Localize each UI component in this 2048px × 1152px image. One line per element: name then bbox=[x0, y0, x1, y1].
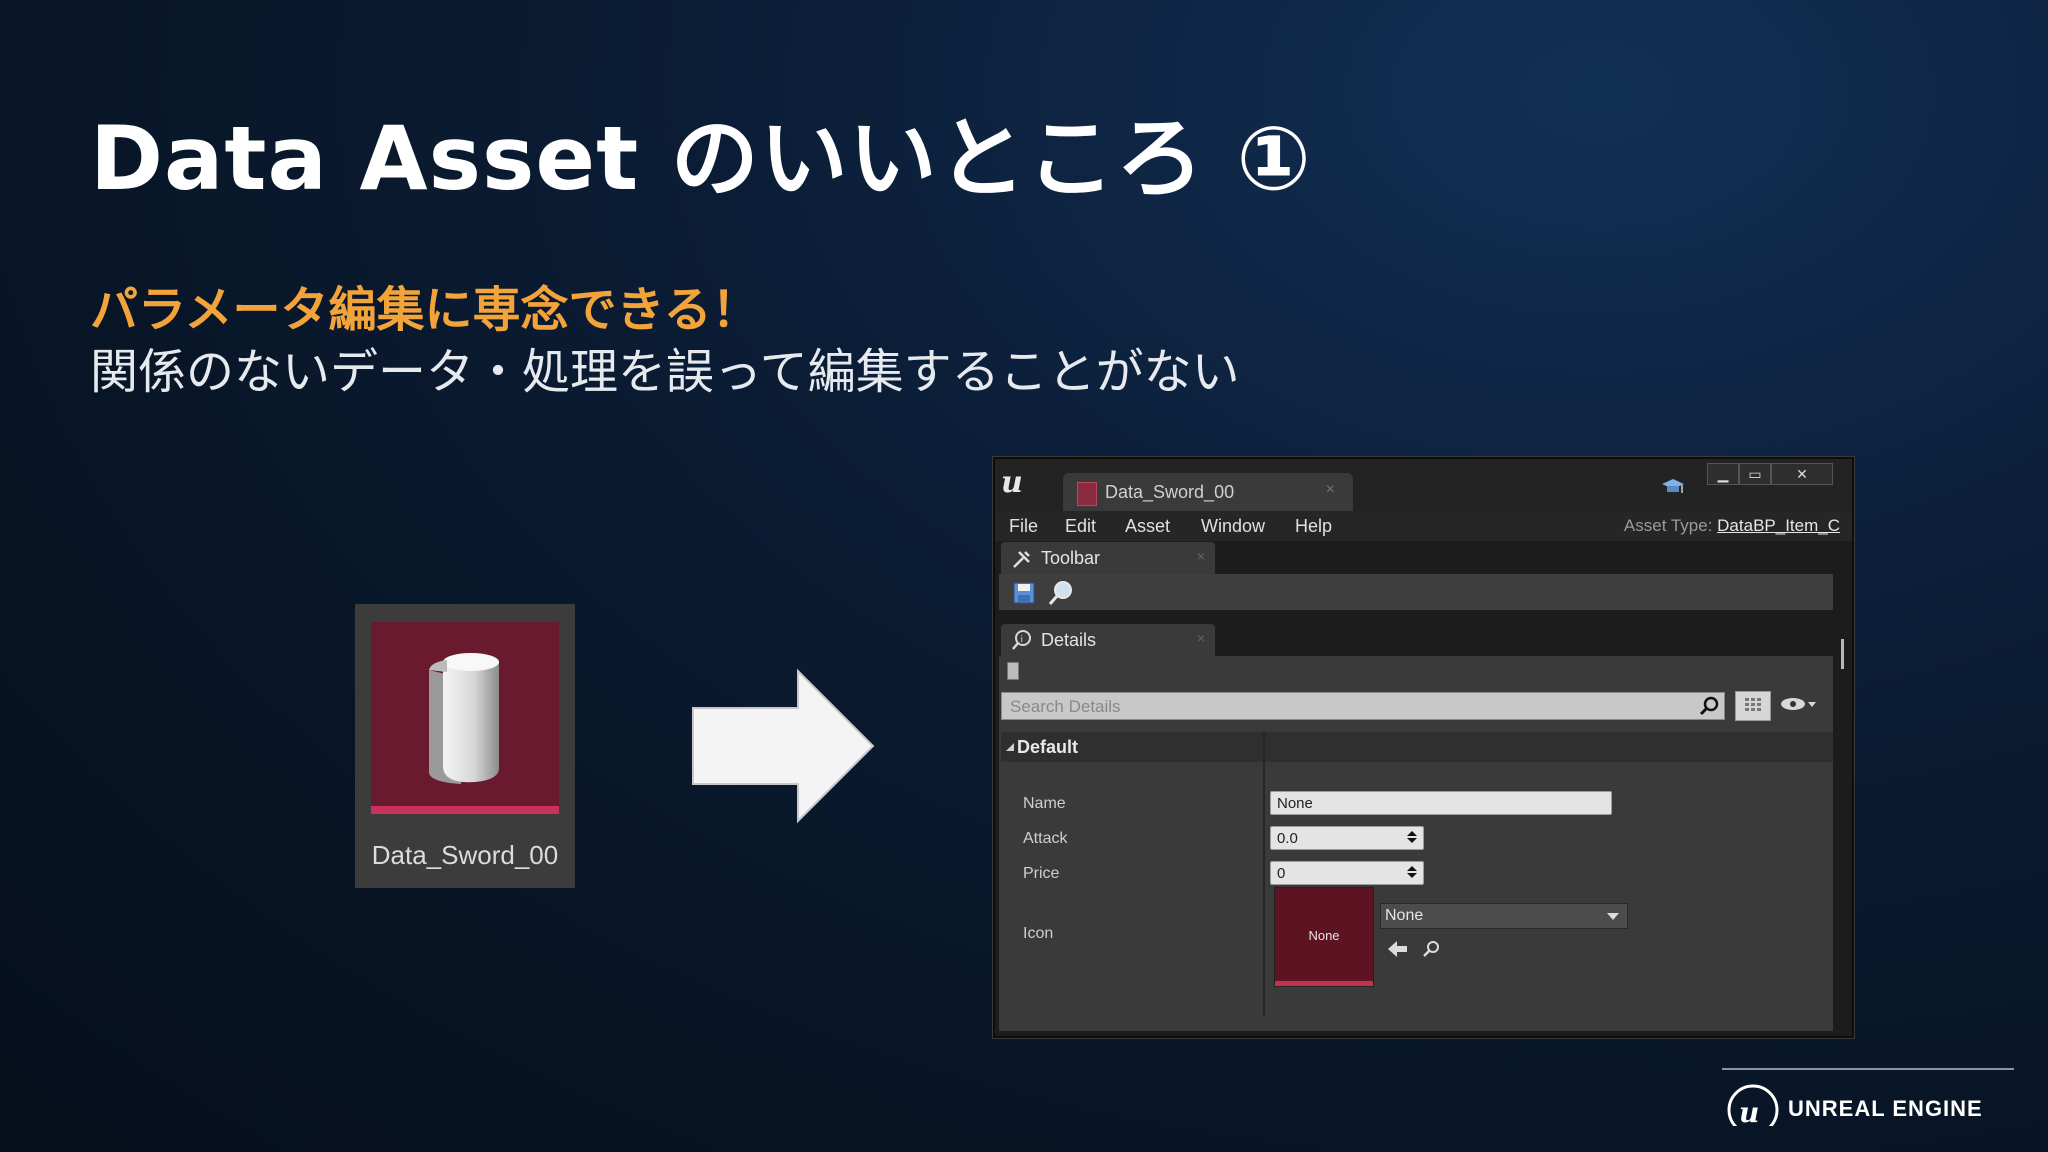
svg-text:u: u bbox=[1739, 1096, 1759, 1126]
editor-titlebar: u Data_Sword_00 × ▁ ▭ ✕ bbox=[995, 459, 1852, 511]
toolbar-panel-tab[interactable]: Toolbar × bbox=[1001, 542, 1215, 574]
icon-asset-combo[interactable]: None bbox=[1380, 903, 1628, 929]
menu-asset[interactable]: Asset bbox=[1125, 516, 1170, 537]
column-divider[interactable] bbox=[1263, 732, 1265, 1017]
icon-thumbnail[interactable]: None bbox=[1274, 887, 1374, 987]
selected-object-icon bbox=[1007, 662, 1019, 680]
price-value: 0 bbox=[1277, 865, 1286, 882]
menu-help[interactable]: Help bbox=[1295, 516, 1332, 537]
document-tab[interactable]: Data_Sword_00 × bbox=[1063, 473, 1353, 511]
use-selected-arrow-icon[interactable] bbox=[1387, 940, 1409, 958]
property-name-label: Name bbox=[1023, 795, 1066, 812]
close-button[interactable]: ✕ bbox=[1771, 463, 1833, 485]
details-tab-close-icon[interactable]: × bbox=[1197, 630, 1205, 646]
graduation-cap-icon[interactable] bbox=[1661, 477, 1685, 495]
icon-thumbnail-text: None bbox=[1308, 928, 1340, 943]
attack-spinbox[interactable]: 0.0 bbox=[1270, 826, 1424, 850]
details-panel-tab[interactable]: i Details × bbox=[1001, 624, 1215, 656]
browse-magnifier-icon[interactable] bbox=[1047, 579, 1075, 607]
asset-type-label: Asset Type: bbox=[1623, 516, 1713, 535]
menu-bar: File Edit Asset Window Help Asset Type: … bbox=[995, 511, 1852, 541]
data-asset-icon bbox=[429, 653, 499, 784]
toolbar bbox=[999, 574, 1833, 610]
collapse-triangle-icon[interactable] bbox=[1005, 742, 1015, 752]
asset-type-link[interactable]: DataBP_Item_C bbox=[1717, 516, 1840, 535]
unreal-engine-logo-icon: u bbox=[1727, 1084, 1779, 1126]
maximize-button[interactable]: ▭ bbox=[1739, 463, 1771, 485]
asset-type-indicator: Asset Type: DataBP_Item_C bbox=[1624, 516, 1840, 536]
search-icon[interactable] bbox=[1698, 695, 1720, 717]
name-field[interactable]: None bbox=[1270, 791, 1612, 815]
search-details-input[interactable]: Search Details bbox=[1001, 692, 1725, 720]
unreal-logo-icon: u bbox=[1001, 465, 1023, 500]
menu-edit[interactable]: Edit bbox=[1065, 516, 1096, 537]
data-asset-tab-icon bbox=[1077, 482, 1097, 506]
svg-text:i: i bbox=[1021, 635, 1024, 645]
property-price-label: Price bbox=[1023, 865, 1060, 882]
slide-title: Data Asset のいいところ ① bbox=[90, 107, 1312, 210]
window-scrollbar[interactable] bbox=[1841, 639, 1844, 669]
property-icon-label: Icon bbox=[1023, 925, 1054, 942]
search-placeholder: Search Details bbox=[1010, 697, 1121, 716]
save-icon[interactable] bbox=[1013, 582, 1035, 604]
asset-type-bar bbox=[371, 806, 559, 814]
slide-subtitle: パラメータ編集に専念できる！ bbox=[90, 282, 760, 338]
menu-file[interactable]: File bbox=[1009, 516, 1038, 537]
asset-tile[interactable]: Data_Sword_00 bbox=[355, 604, 575, 888]
property-matrix-button[interactable] bbox=[1735, 691, 1771, 721]
category-label: Default bbox=[1017, 737, 1079, 757]
menu-window[interactable]: Window bbox=[1201, 516, 1265, 537]
data-asset-editor-window: u Data_Sword_00 × ▁ ▭ ✕ File Edit Asset … bbox=[993, 457, 1854, 1038]
document-tab-label: Data_Sword_00 bbox=[1105, 482, 1235, 502]
asset-thumbnail bbox=[371, 622, 559, 814]
minimize-button[interactable]: ▁ bbox=[1707, 463, 1739, 485]
slide-description: 関係のないデータ・処理を誤って編集することがない bbox=[90, 344, 1240, 400]
view-options-eye-icon[interactable] bbox=[1779, 693, 1819, 715]
toolbar-tab-label: Toolbar bbox=[1041, 548, 1101, 568]
name-value: None bbox=[1277, 795, 1313, 812]
unreal-engine-wordmark: UNREAL ENGINE bbox=[1788, 1096, 1983, 1121]
attack-value: 0.0 bbox=[1277, 830, 1298, 847]
toolbar-tab-close-icon[interactable]: × bbox=[1197, 548, 1205, 564]
asset-tile-label: Data_Sword_00 bbox=[371, 840, 559, 870]
icon-combo-value: None bbox=[1385, 907, 1424, 924]
details-tab-label: Details bbox=[1041, 630, 1097, 650]
spin-arrows-icon[interactable] bbox=[1407, 831, 1417, 843]
right-arrow-icon bbox=[692, 668, 875, 824]
grid-icon bbox=[1745, 698, 1761, 711]
details-magnifier-icon: i bbox=[1012, 630, 1031, 650]
tab-close-icon[interactable]: × bbox=[1326, 481, 1335, 499]
wrench-icon bbox=[1013, 551, 1030, 568]
chevron-down-icon bbox=[1607, 913, 1619, 920]
spin-arrows-icon[interactable] bbox=[1407, 866, 1417, 878]
icon-thumbnail-bar bbox=[1275, 981, 1373, 986]
property-attack-label: Attack bbox=[1023, 830, 1068, 847]
category-default[interactable]: Default bbox=[1001, 732, 1833, 762]
price-spinbox[interactable]: 0 bbox=[1270, 861, 1424, 885]
browse-search-icon[interactable] bbox=[1421, 939, 1441, 959]
